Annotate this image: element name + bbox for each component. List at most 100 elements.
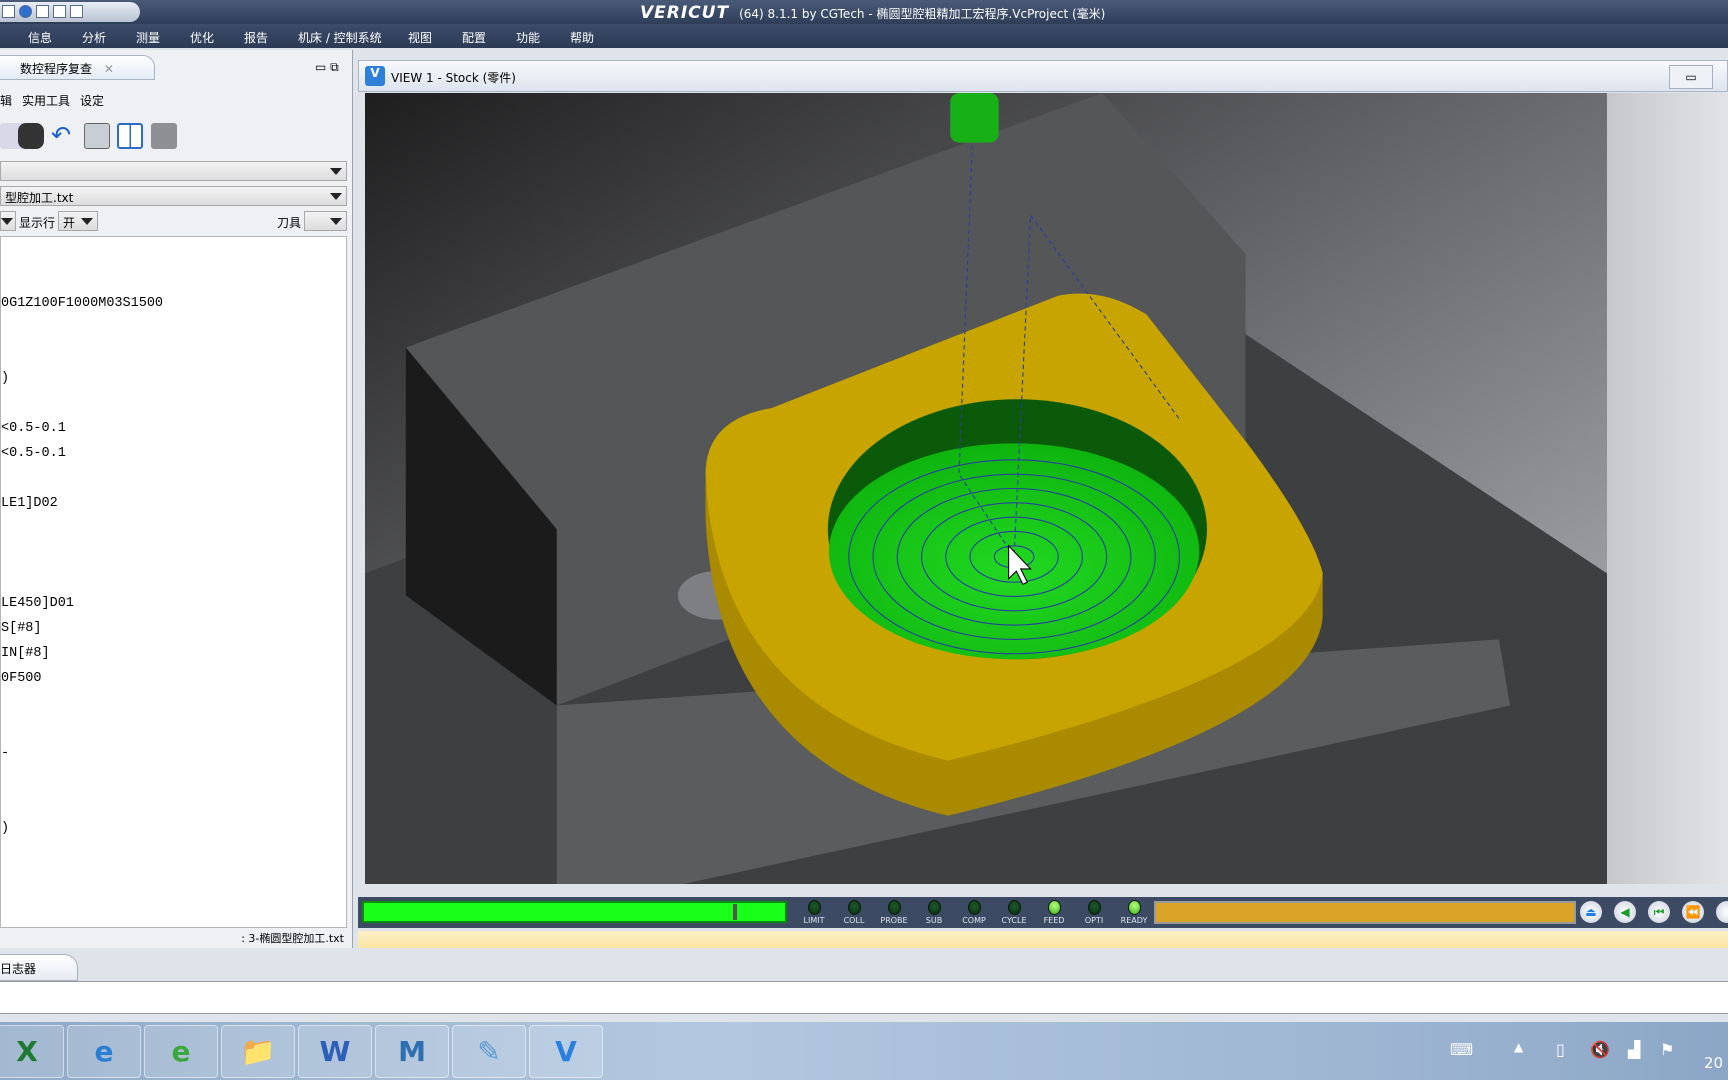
layout-icon[interactable] [36, 5, 49, 18]
menu-optimize[interactable]: 优化 [190, 29, 214, 46]
code-line[interactable]: LE450]D01 [1, 591, 346, 616]
menu-info[interactable]: 信息 [28, 29, 52, 46]
indicator-comp: COMP [956, 900, 992, 925]
binoculars-icon[interactable] [18, 123, 44, 149]
menu-analysis[interactable]: 分析 [82, 29, 106, 46]
code-line[interactable]: <0.5-0.1 [1, 441, 346, 466]
menu-view[interactable]: 视图 [408, 29, 432, 46]
taskbar-internet-explorer-icon[interactable]: e [67, 1025, 141, 1078]
code-line[interactable]: - [1, 741, 346, 766]
code-line[interactable]: ) [1, 816, 346, 841]
code-line[interactable]: S[#8] [1, 616, 346, 641]
code-line[interactable] [1, 516, 346, 541]
code-line[interactable]: 0G1Z100F1000M03S1500 [1, 291, 346, 316]
code-line[interactable] [1, 266, 346, 291]
code-line[interactable] [1, 791, 346, 816]
file-select[interactable]: 型腔加工.txt [0, 186, 347, 206]
code-line[interactable] [1, 891, 346, 916]
step-back-icon[interactable]: ◀ [1614, 901, 1636, 923]
show-hidden-icons[interactable]: ▲ [1514, 1040, 1523, 1054]
code-line[interactable] [1, 316, 346, 341]
title-text: (64) 8.1.1 by CGTech - 椭圆型腔粗精加工宏程序.VcPro… [739, 7, 1106, 21]
mode-select[interactable] [0, 211, 16, 231]
vericut-view-icon: V [365, 66, 385, 86]
code-line[interactable]: ) [1, 366, 346, 391]
indicator-label: COLL [843, 916, 865, 925]
quick-access-toolbar[interactable] [0, 2, 140, 22]
code-line[interactable]: 0F500 [1, 666, 346, 691]
layout-split-icon[interactable] [53, 5, 66, 18]
action-center-flag-icon[interactable]: ⚑ [1660, 1040, 1674, 1059]
taskbar-excel-icon[interactable]: X [0, 1025, 64, 1078]
code-line[interactable]: <0.5-0.1 [1, 416, 346, 441]
slider-thumb[interactable] [733, 904, 738, 920]
indicator-label: COMP [962, 916, 986, 925]
battery-icon[interactable]: ▯ [1556, 1040, 1565, 1059]
code-line[interactable] [1, 241, 346, 266]
taskbar-file-explorer-icon[interactable]: 📁 [221, 1025, 295, 1078]
split-view-icon[interactable] [117, 123, 143, 149]
menu-help[interactable]: 帮助 [570, 29, 594, 46]
chevron-down-icon [330, 193, 342, 200]
3d-viewport[interactable] [365, 93, 1607, 884]
menu-functions[interactable]: 功能 [516, 29, 540, 46]
select-value: 开 [63, 216, 76, 230]
tab-logger[interactable]: 日志器 [0, 954, 78, 981]
signal-icon[interactable]: ▟ [1628, 1040, 1640, 1059]
program-select[interactable] [0, 161, 347, 181]
clock[interactable]: 20 [1704, 1054, 1723, 1072]
view-title: VIEW 1 - Stock (零件) [391, 71, 516, 85]
layout-rows-icon[interactable] [70, 5, 83, 18]
code-line[interactable] [1, 541, 346, 566]
menu-config[interactable]: 配置 [462, 29, 486, 46]
app-icon[interactable] [2, 5, 15, 18]
code-line[interactable] [1, 766, 346, 791]
code-line[interactable] [1, 691, 346, 716]
code-line[interactable]: LE1]D02 [1, 491, 346, 516]
close-icon[interactable]: ✕ [104, 62, 114, 76]
taskbar-vericut-icon[interactable]: V [529, 1025, 603, 1078]
select-value: 型腔加工.txt [5, 191, 74, 205]
menu-report[interactable]: 报告 [244, 29, 268, 46]
chevron-down-icon [1, 218, 13, 225]
menu-edit[interactable]: 辑 [0, 92, 12, 109]
keyboard-icon[interactable]: ⌨ [1450, 1040, 1473, 1059]
code-line[interactable] [1, 341, 346, 366]
info-icon[interactable] [19, 5, 32, 18]
code-line[interactable] [1, 391, 346, 416]
fast-rewind-icon[interactable]: ⏪ [1682, 901, 1704, 923]
code-line[interactable]: IN[#8] [1, 641, 346, 666]
tab-nc-program-review[interactable]: 数控程序复查 ✕ [0, 55, 155, 80]
eject-icon[interactable]: ⏏ [1580, 901, 1602, 923]
chevron-down-icon [81, 218, 93, 225]
minimize-maximize-icons[interactable]: ▭ ⧉ [315, 60, 339, 75]
menu-machine[interactable]: 机床 / 控制系统 [298, 29, 382, 46]
taskbar-mathcad-icon[interactable]: M [375, 1025, 449, 1078]
indicator-light-icon [847, 900, 861, 915]
code-line[interactable] [1, 716, 346, 741]
tool-select[interactable] [304, 211, 347, 231]
menu-measure[interactable]: 测量 [136, 29, 160, 46]
code-line[interactable] [1, 566, 346, 591]
cutting-tool [950, 93, 999, 143]
menu-settings[interactable]: 设定 [80, 92, 104, 109]
nc-code-listing[interactable]: 0G1Z100F1000M03S1500) <0.5-0.1 <0.5-0.1 LE1… [0, 236, 347, 928]
taskbar-word-icon[interactable]: W [298, 1025, 372, 1078]
undo-icon[interactable]: ↶ [51, 123, 77, 149]
simulation-speed-slider[interactable] [362, 901, 787, 923]
indicator-light-icon [927, 900, 941, 915]
minimize-view-button[interactable]: ▭ [1669, 65, 1713, 89]
code-line[interactable] [1, 841, 346, 866]
menu-utilities[interactable]: 实用工具 [22, 92, 70, 109]
show-line-select[interactable]: 开 [58, 211, 98, 231]
volume-muted-icon[interactable]: 🔇 [1590, 1040, 1610, 1059]
code-line[interactable] [1, 466, 346, 491]
layers-icon[interactable] [151, 123, 177, 149]
play-icon[interactable] [1716, 901, 1728, 923]
taskbar-notepad-icon[interactable]: ✎ [452, 1025, 526, 1078]
taskbar-browser-icon[interactable]: e [144, 1025, 218, 1078]
code-line[interactable] [1, 866, 346, 891]
print-icon[interactable] [84, 123, 110, 149]
chevron-down-icon [330, 218, 342, 225]
rewind-to-start-icon[interactable]: ⏮ [1648, 901, 1670, 923]
